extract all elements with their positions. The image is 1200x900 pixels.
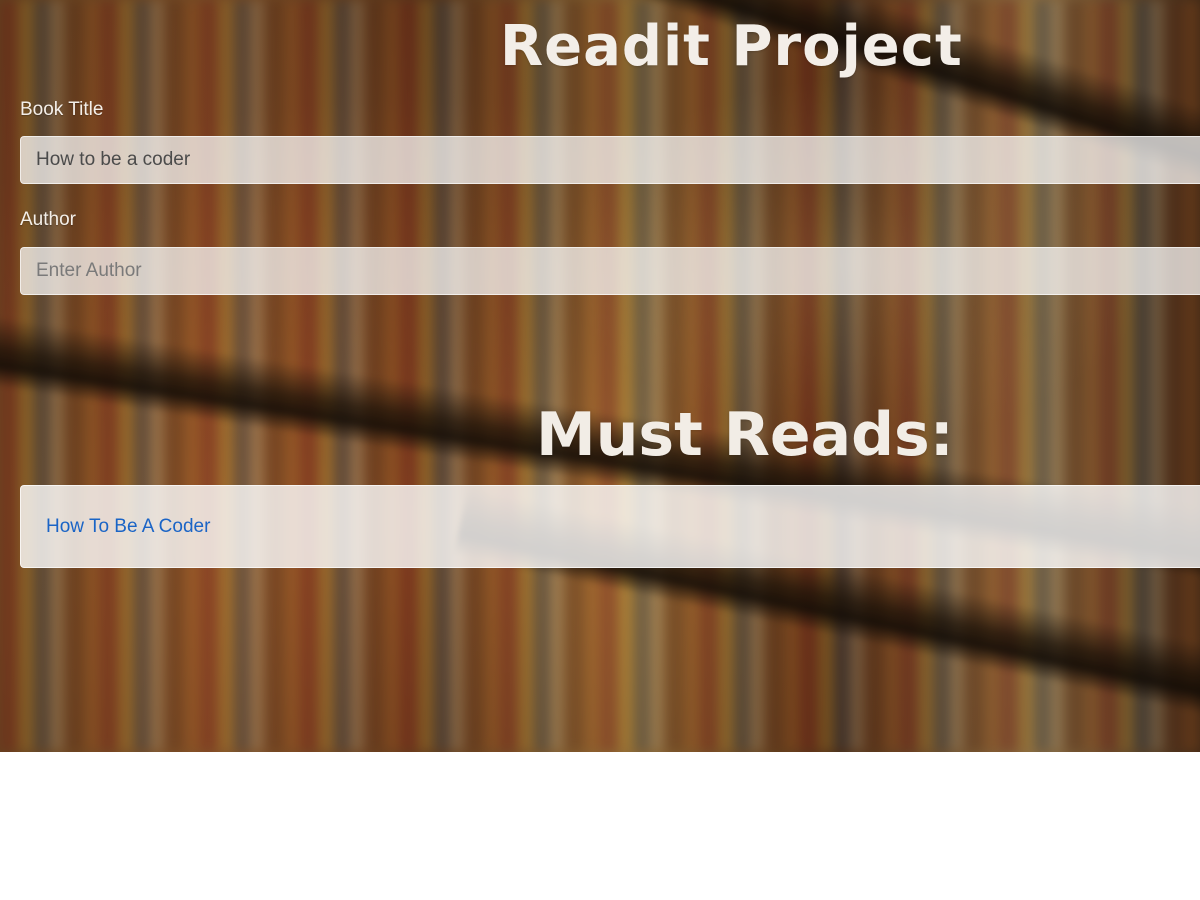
must-reads-list: How To Be A Coder xyxy=(20,485,1200,568)
page-title: Readit Project xyxy=(500,14,963,79)
book-title-label: Book Title xyxy=(20,99,104,120)
author-label: Author xyxy=(20,209,76,230)
must-reads-heading: Must Reads: xyxy=(536,400,954,470)
book-link[interactable]: How To Be A Coder xyxy=(46,516,210,537)
book-title-input[interactable] xyxy=(20,136,1200,184)
page-content: Readit Project Book Title Author Must Re… xyxy=(0,0,1200,752)
author-input[interactable] xyxy=(20,247,1200,295)
list-item: How To Be A Coder xyxy=(46,516,210,538)
